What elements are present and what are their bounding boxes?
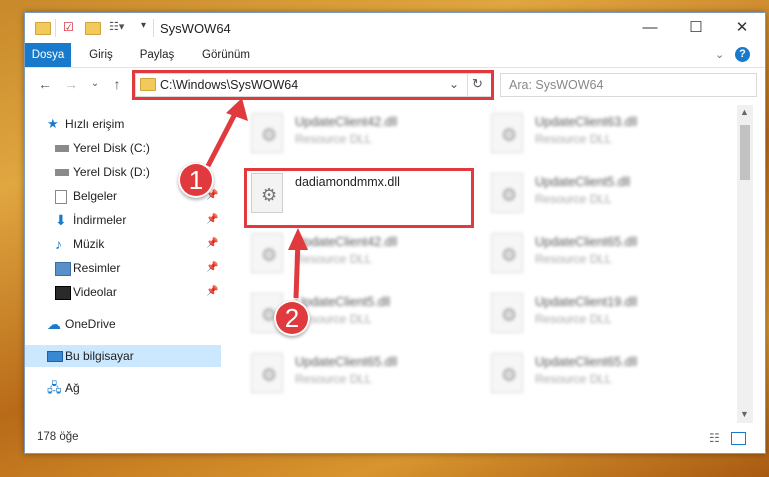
arrow-1-shaft	[205, 106, 241, 168]
step-2-badge: 2	[274, 300, 310, 336]
step-1-badge: 1	[178, 162, 214, 198]
arrow-2-head	[288, 228, 308, 250]
arrow-1-head	[226, 98, 248, 121]
annotation-arrows	[205, 98, 308, 299]
